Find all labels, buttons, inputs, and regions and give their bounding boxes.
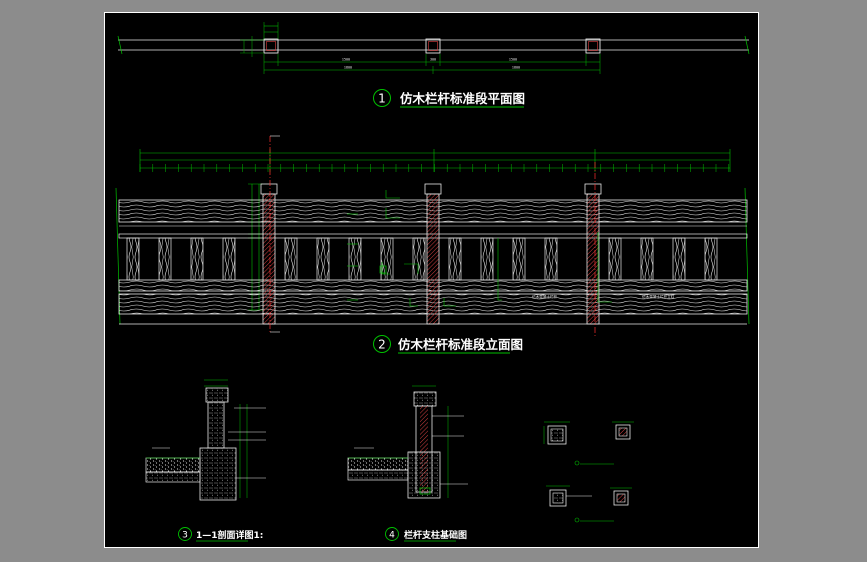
plan-post-2 (425, 38, 441, 54)
post-footing-detail (347, 385, 468, 499)
title-4-number: 4 (389, 531, 395, 541)
section-detail (145, 379, 266, 501)
post-section-a (543, 421, 614, 466)
title-4: 4 栏杆支柱基础图 (385, 527, 467, 542)
elevation-note-1: 仿木混凝土栏杆 (532, 294, 558, 299)
title-2-number: 2 (378, 338, 386, 352)
elevation-note-2: 仿木混凝土栏杆立柱 (642, 294, 675, 299)
title-2-text: 仿木栏杆标准段立面图 (398, 337, 523, 352)
plan-dim-label-1: 1500 (342, 58, 350, 62)
plan-dim-label-5: 1800 (512, 66, 520, 70)
post-section-c (546, 485, 614, 523)
title-3: 3 1—1剖面详图1: (178, 527, 263, 542)
elevation-view: 仿木混凝土栏杆 仿木混凝土栏杆立柱 (115, 135, 750, 336)
title-1-text: 仿木栏杆标准段平面图 (400, 91, 525, 106)
post-section-d (610, 487, 632, 506)
title-1-number: 1 (378, 92, 386, 106)
title-1: 1 仿木栏杆标准段平面图 (373, 89, 525, 108)
plan-post-1 (263, 38, 279, 54)
plan-dim-label-3: 1500 (509, 58, 517, 62)
drawing-sheet: 1500 300 1500 1800 1800 1 仿木栏杆标准段平面图 仿木混… (104, 12, 759, 548)
plan-view: 1500 300 1500 1800 1800 (117, 22, 750, 74)
elev-post-3 (584, 183, 602, 325)
post-section-b (612, 421, 634, 440)
elev-post-1 (260, 183, 278, 325)
title-3-text: 1—1剖面详图1: (196, 529, 263, 541)
cad-drawing: 1500 300 1500 1800 1800 1 仿木栏杆标准段平面图 仿木混… (104, 12, 759, 548)
plan-break-left (117, 35, 123, 55)
title-2: 2 仿木栏杆标准段立面图 (373, 335, 523, 354)
elevation-dimension-ticks (139, 149, 731, 172)
elev-post-2 (424, 183, 442, 325)
plan-break-right (744, 35, 750, 55)
plan-dim-label-4: 1800 (344, 66, 352, 70)
title-3-number: 3 (182, 531, 188, 541)
title-4-text: 栏杆支柱基础图 (404, 529, 467, 541)
elevation-balusters (126, 237, 718, 281)
plan-post-3 (585, 38, 601, 54)
plan-dim-label-2: 300 (430, 58, 436, 62)
